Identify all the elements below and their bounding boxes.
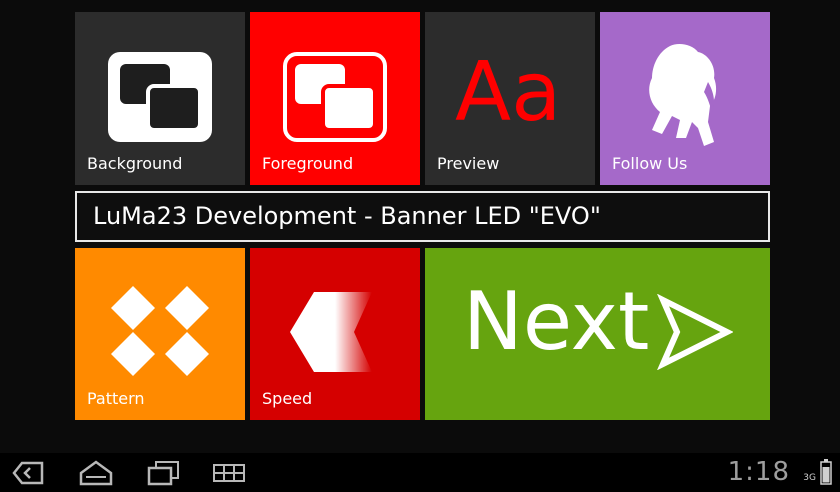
pattern-label: Pattern [87, 389, 145, 408]
overlapping-squares-icon [283, 52, 387, 142]
figure-silhouette-icon [649, 44, 717, 146]
foreground-tile[interactable]: Foreground [250, 12, 420, 185]
preview-tile[interactable]: Aa Preview [425, 12, 595, 185]
foreground-label: Foreground [262, 154, 354, 173]
banner-text-field[interactable]: LuMa23 Development - Banner LED "EVO" [75, 191, 770, 242]
battery-icon [820, 459, 832, 485]
background-tile[interactable]: Background [75, 12, 245, 185]
diamond-pattern-icon [111, 286, 209, 376]
preview-label: Preview [437, 154, 500, 173]
speed-label: Speed [262, 389, 313, 408]
arrow-left-motion-icon [290, 292, 372, 372]
menu-grid-icon[interactable] [212, 459, 246, 487]
network-type: 3G [803, 473, 816, 483]
speed-tile[interactable]: Speed [250, 248, 420, 420]
arrow-right-outline-icon [657, 294, 733, 370]
preview-glyph: Aa [455, 45, 562, 140]
pattern-tile[interactable]: Pattern [75, 248, 245, 420]
recent-apps-icon[interactable] [146, 459, 180, 487]
next-tile[interactable]: Next [425, 248, 770, 420]
next-label: Next [463, 275, 650, 368]
status-clock: 1:18 [727, 457, 790, 487]
back-icon[interactable] [12, 459, 46, 487]
background-label: Background [87, 154, 183, 173]
system-navigation-bar: 1:18 3G [0, 453, 840, 492]
follow-us-label: Follow Us [612, 154, 688, 173]
home-icon[interactable] [78, 459, 114, 487]
follow-us-tile[interactable]: Follow Us [600, 12, 770, 185]
overlapping-squares-icon [108, 52, 212, 142]
